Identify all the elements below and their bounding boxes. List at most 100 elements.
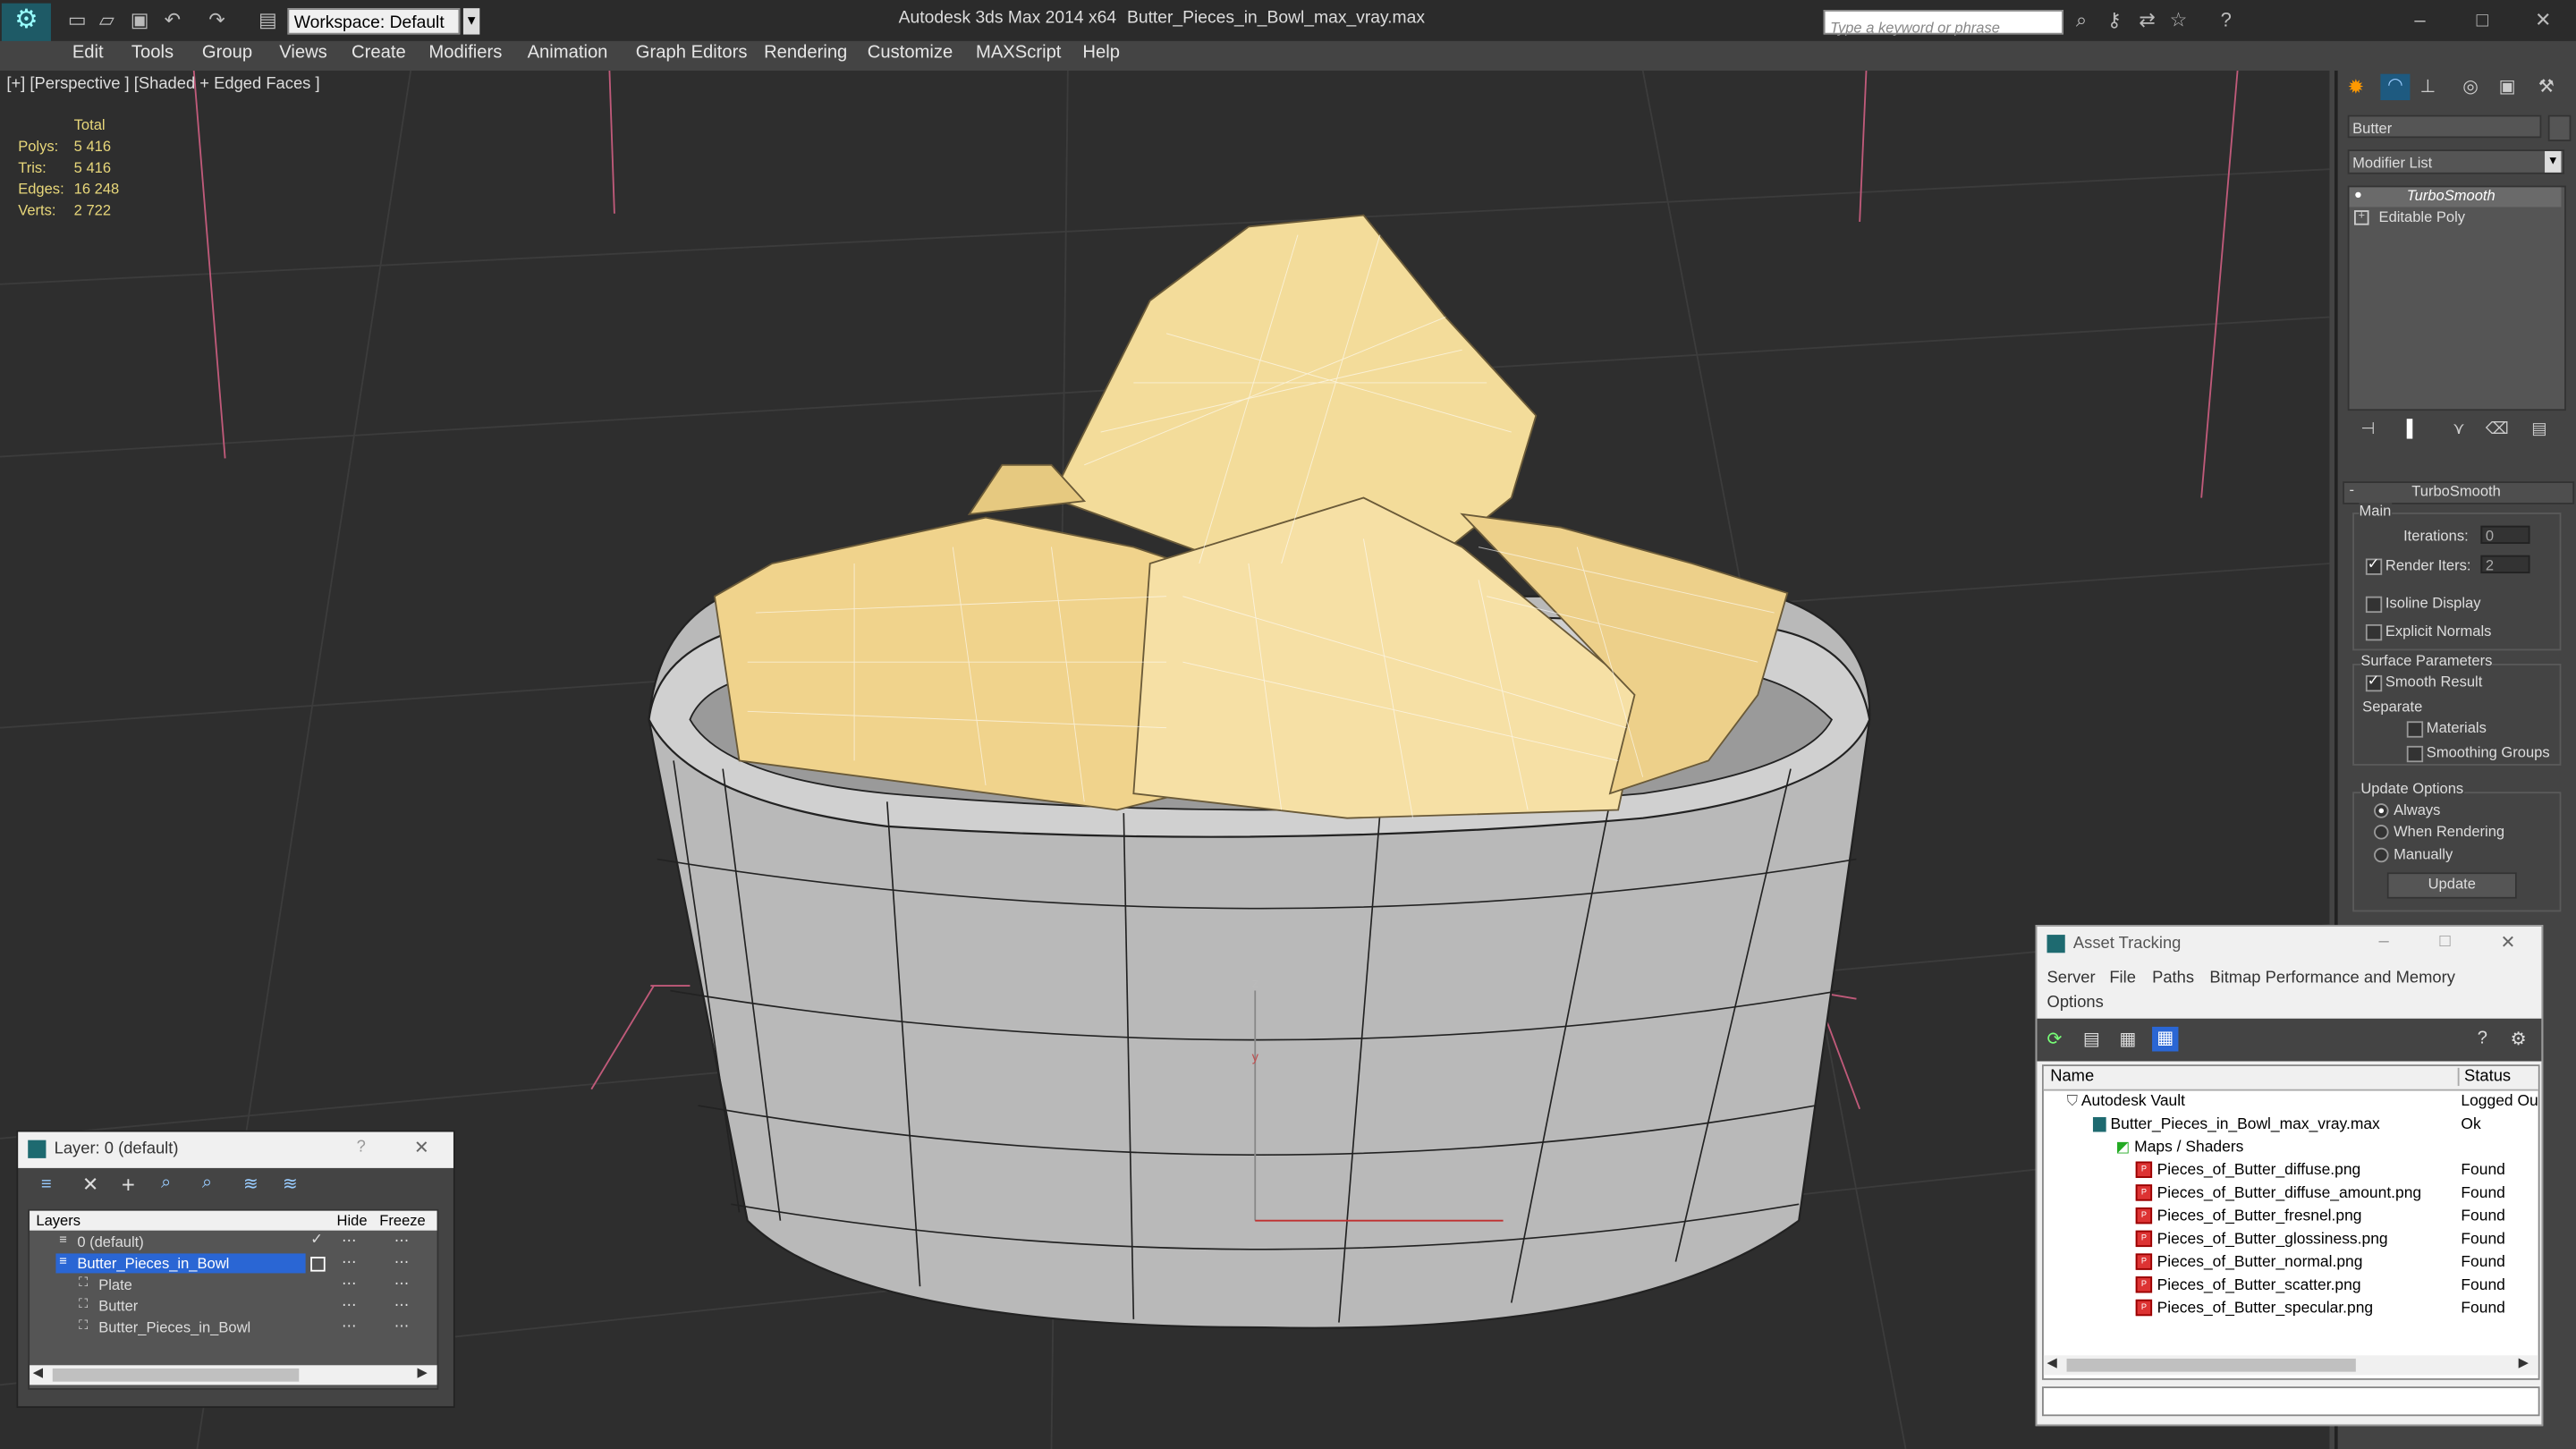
lightbulb-icon[interactable]: ● [2354, 187, 2362, 202]
utilities-tab-icon[interactable]: ⚒ [2538, 75, 2555, 97]
asset-maximize-icon[interactable]: □ [2439, 931, 2450, 951]
layer-object-row[interactable]: ⛶ Butter ⋯ ⋯ [30, 1296, 437, 1316]
layer-row-selected[interactable]: ≡ Butter_Pieces_in_Bowl ⋯ ⋯ [30, 1253, 437, 1274]
exchange-icon[interactable]: ⇄ [2136, 8, 2159, 31]
scroll-right-icon[interactable]: ▶ [418, 1365, 428, 1380]
scroll-right-icon[interactable]: ▶ [2519, 1355, 2529, 1370]
modifier-list-dropdown[interactable]: Modifier List ▼ [2347, 149, 2565, 174]
materials-checkbox[interactable] [2406, 721, 2424, 738]
workspace-dropdown[interactable]: Workspace: Default [287, 8, 461, 35]
search-input[interactable]: Type a keyword or phrase [1823, 10, 2063, 36]
layer-delete-icon[interactable]: ✕ [82, 1173, 98, 1196]
modify-tab-icon[interactable]: ◠ [2380, 73, 2411, 101]
asset-horizontal-scrollbar[interactable]: ◀ ▶ [2043, 1355, 2538, 1376]
menu-graph-editors[interactable]: Graph Editors [636, 43, 748, 63]
asset-menu-file[interactable]: File [2109, 970, 2136, 987]
layer-object-row[interactable]: ⛶ Plate ⋯ ⋯ [30, 1275, 437, 1294]
menu-modifiers[interactable]: Modifiers [428, 43, 502, 63]
modifier-stack[interactable]: ● TurboSmooth + Editable Poly [2347, 185, 2566, 411]
menu-customize[interactable]: Customize [868, 43, 953, 63]
show-end-result-icon[interactable]: ▌ [2407, 420, 2419, 438]
object-color-swatch[interactable] [2547, 114, 2572, 141]
display-tab-icon[interactable]: ▣ [2499, 75, 2516, 97]
layer-horizontal-scrollbar[interactable]: ◀ ▶ [30, 1365, 437, 1385]
app-logo-icon[interactable]: ⚙ [1, 3, 51, 43]
freeze-toggle[interactable]: ⋯ [394, 1233, 410, 1250]
menu-edit[interactable]: Edit [72, 43, 104, 63]
asset-menu-options[interactable]: Options [2047, 994, 2104, 1012]
rollout-header[interactable]: - TurboSmooth [2343, 481, 2575, 504]
asset-minimize-icon[interactable]: – [2379, 931, 2389, 951]
asset-tracking-window[interactable]: Asset Tracking – □ ✕ Server File Paths B… [2035, 925, 2544, 1427]
hide-toggle[interactable]: ⋯ [342, 1275, 357, 1292]
menu-rendering[interactable]: Rendering [764, 43, 847, 63]
motion-tab-icon[interactable]: ◎ [2462, 75, 2479, 97]
star-icon[interactable]: ☆ [2167, 8, 2190, 31]
vault-row[interactable]: ⛉ Autodesk Vault [2067, 1092, 2185, 1110]
map-row[interactable]: P Pieces_of_Butter_scatter.png [2135, 1276, 2361, 1294]
layer-row-default[interactable]: ≡ 0 (default) ✓ ⋯ ⋯ [30, 1231, 437, 1252]
project-folder-icon[interactable]: ▤ [257, 8, 280, 31]
table-view-icon[interactable]: ▦ [2119, 1029, 2136, 1050]
freeze-toggle[interactable]: ⋯ [394, 1296, 410, 1314]
key-icon[interactable]: ⚷ [2103, 8, 2126, 31]
create-tab-icon[interactable]: ✹ [2348, 75, 2364, 98]
smoothing-groups-checkbox[interactable] [2406, 745, 2424, 763]
col-hide[interactable]: Hide [337, 1212, 368, 1228]
layer-highlight-icon[interactable]: ⌕ [202, 1173, 212, 1194]
layer-hide-all-icon[interactable]: ≋ [243, 1173, 258, 1194]
save-file-icon[interactable]: ▣ [128, 8, 151, 31]
new-file-icon[interactable]: ▭ [65, 8, 89, 31]
asset-menu-bitmap[interactable]: Bitmap Performance and Memory [2209, 970, 2455, 987]
refresh-icon[interactable]: ⟳ [2047, 1029, 2063, 1050]
list-view-icon[interactable]: ▤ [2083, 1029, 2100, 1050]
hide-toggle[interactable]: ⋯ [342, 1233, 357, 1250]
asset-menu-paths[interactable]: Paths [2152, 970, 2194, 987]
close-icon[interactable]: ✕ [2531, 8, 2555, 31]
iterations-spinner[interactable]: 0 [2480, 525, 2530, 544]
layer-manage-icon[interactable]: ≡ [41, 1174, 52, 1194]
menu-views[interactable]: Views [279, 43, 327, 63]
open-file-icon[interactable]: ▱ [96, 8, 119, 31]
render-iters-checkbox[interactable] [2365, 555, 2383, 575]
layer-window-close-icon[interactable]: ✕ [414, 1137, 429, 1158]
hide-toggle[interactable]: ⋯ [342, 1296, 357, 1314]
map-row[interactable]: P Pieces_of_Butter_glossiness.png [2135, 1231, 2388, 1249]
max-file-row[interactable]: Butter_Pieces_in_Bowl_max_vray.max [2092, 1115, 2380, 1133]
freeze-toggle[interactable]: ⋯ [394, 1253, 410, 1271]
col-freeze[interactable]: Freeze [379, 1212, 425, 1228]
menu-group[interactable]: Group [202, 43, 252, 63]
smooth-result-checkbox[interactable] [2365, 672, 2383, 692]
scroll-thumb[interactable] [52, 1368, 300, 1382]
map-row[interactable]: P Pieces_of_Butter_normal.png [2135, 1253, 2362, 1272]
layer-freeze-all-icon[interactable]: ≋ [283, 1173, 298, 1194]
layer-manager-window[interactable]: Layer: 0 (default) ? ✕ ≡ ✕ + ⌕ ⌕ ≋ ≋ Lay… [16, 1130, 455, 1409]
layer-window-titlebar[interactable]: Layer: 0 (default) ? ✕ [18, 1131, 453, 1168]
menu-tools[interactable]: Tools [131, 43, 174, 63]
maximize-icon[interactable]: □ [2470, 8, 2494, 31]
asset-close-icon[interactable]: ✕ [2500, 931, 2515, 953]
layer-window-help[interactable]: ? [357, 1139, 366, 1157]
freeze-toggle[interactable]: ⋯ [394, 1318, 410, 1335]
stack-item-editable-poly[interactable]: + Editable Poly [2349, 208, 2561, 228]
redo-icon[interactable]: ↷ [206, 8, 229, 31]
asset-window-titlebar[interactable]: Asset Tracking – □ ✕ [2038, 927, 2542, 962]
menu-help[interactable]: Help [1082, 43, 1120, 63]
asset-path-field[interactable] [2042, 1386, 2540, 1417]
freeze-toggle[interactable]: ⋯ [394, 1275, 410, 1292]
scroll-left-icon[interactable]: ◀ [33, 1365, 43, 1380]
menu-create[interactable]: Create [352, 43, 406, 63]
expand-plus-icon[interactable]: + [2353, 210, 2369, 225]
current-layer-box[interactable] [310, 1257, 326, 1272]
layer-object-row[interactable]: ⛶ Butter_Pieces_in_Bowl ⋯ ⋯ [30, 1318, 437, 1337]
remove-modifier-icon[interactable]: ⌫ [2486, 420, 2509, 438]
col-name[interactable]: Name [2050, 1068, 2094, 1086]
workspace-chevron-icon[interactable]: ▼ [462, 8, 480, 35]
update-button[interactable]: Update [2386, 872, 2517, 899]
isoline-checkbox[interactable] [2365, 596, 2383, 614]
manually-radio[interactable] [2374, 847, 2389, 863]
scroll-thumb[interactable] [2066, 1358, 2356, 1372]
layer-select-icon[interactable]: ⌕ [161, 1173, 171, 1194]
map-row[interactable]: P Pieces_of_Butter_specular.png [2135, 1300, 2373, 1318]
layer-add-icon[interactable]: + [122, 1172, 135, 1198]
